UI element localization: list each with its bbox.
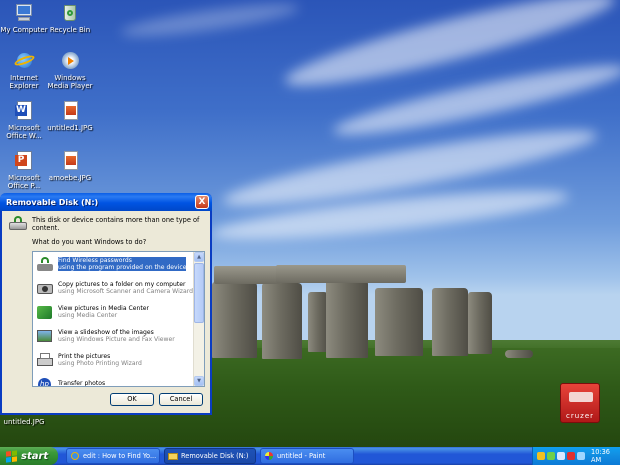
lintel-stone [214,266,282,284]
option-subtitle: using Windows Picture and Fax Viewer [58,336,175,343]
jpg-file-icon [59,150,81,172]
desktop-icon-label: untitled1.JPG [47,124,93,132]
option-subtitle: using Media Center [58,312,118,319]
tray-shield-icon[interactable] [537,452,545,460]
removable-disk-icon [8,216,28,232]
taskbar-button-label: edit : How to Find Yo... [83,452,157,460]
dialog-message: This disk or device contains more than o… [32,216,200,232]
action-option[interactable]: Print the pictures using Photo Printing W… [33,348,193,372]
tray-volume-icon[interactable] [577,452,585,460]
action-option[interactable]: Copy pictures to a folder on my computer… [33,276,193,300]
wireless-icon [36,256,54,272]
start-button[interactable]: start [0,447,58,465]
desktop-icon-windows-media-player[interactable]: Windows Media Player [46,50,94,90]
system-tray: 10:36 AM [532,447,620,465]
vertical-scrollbar[interactable]: ▲ ▼ [193,252,204,386]
windows-flag-icon [6,449,17,463]
taskbar-button-label: Removable Disk (N:) [181,452,249,460]
media-center-icon [36,304,54,320]
desktop-icon-label: Microsoft Office W... [6,124,42,140]
jpg-file-icon [59,100,81,122]
clock: 10:36 AM [591,448,611,464]
lintel-stone [276,265,406,283]
desktop-icon-label: Internet Explorer [9,74,39,90]
desktop-icon-label: amoebe.JPG [48,174,92,182]
action-option[interactable]: Find Wireless passwords using the program… [33,252,193,276]
option-subtitle: using Microsoft Scanner and Camera Wizar… [58,288,193,295]
close-button[interactable]: X [195,195,209,209]
option-subtitle: using the program provided on the device [58,264,187,271]
desktop-icon-word-document[interactable]: W Microsoft Office W... [0,100,48,140]
printer-icon [36,352,54,368]
ok-button[interactable]: OK [110,393,154,406]
standing-stone [468,292,492,354]
option-title: Find Wireless passwords [58,256,132,264]
standing-stone [212,282,257,358]
option-title: Print the pictures [58,352,111,360]
option-title: Copy pictures to a folder on my computer [58,280,186,288]
desktop-icon-untitled1-jpg[interactable]: untitled1.JPG [46,100,94,132]
desktop-icon-label: Windows Media Player [47,74,93,90]
desktop-icon-my-computer[interactable]: My Computer [0,2,48,34]
paint-icon [264,451,274,461]
cancel-button[interactable]: Cancel [159,393,203,406]
desktop-icon-internet-explorer[interactable]: Internet Explorer [0,50,48,90]
scroll-down-button[interactable]: ▼ [194,376,204,386]
option-title: Transfer photos [58,380,106,387]
dialog-title-bar[interactable]: Removable Disk (N:) X [0,193,212,211]
desktop-icon-label: untitled.JPG [3,418,45,426]
option-subtitle: using Photo Printing Wizard [58,360,142,367]
standing-stone [326,280,368,358]
my-computer-icon [13,2,35,24]
desktop-icon-label: My Computer [0,26,48,34]
word-document-icon: W [13,100,35,122]
taskbar: start edit : How to Find Yo... Removable… [0,447,620,465]
option-title: View pictures in Media Center [58,304,150,312]
standing-stone [375,288,423,356]
desktop-icon-label: Microsoft Office P... [7,174,41,190]
picture-viewer-icon [36,328,54,344]
recycle-bin-icon [59,2,81,24]
powerpoint-icon: P [13,150,35,172]
taskbar-button-paint[interactable]: untitled - Paint [260,448,354,464]
action-option[interactable]: View pictures in Media Center using Media… [33,300,193,324]
fallen-stone [505,350,533,358]
camera-icon [36,280,54,296]
option-title: View a slideshow of the images [58,328,154,336]
desktop-icon-label: Recycle Bin [49,26,91,34]
standing-stone [308,292,328,352]
dialog-title: Removable Disk (N:) [6,197,99,207]
scroll-thumb[interactable] [194,263,204,323]
tray-network-icon[interactable] [547,452,555,460]
cruzer-logo[interactable]: cruzer [560,383,600,423]
cruzer-label: cruzer [565,412,595,420]
scroll-up-button[interactable]: ▲ [194,252,204,262]
dialog-question: What do you want Windows to do? [32,238,147,246]
autoplay-dialog: Removable Disk (N:) X This disk or devic… [0,193,212,415]
desktop-icon-untitled-jpg[interactable]: untitled.JPG [0,418,48,426]
desktop-icon-recycle-bin[interactable]: Recycle Bin [46,2,94,34]
hp-icon: hp [36,376,54,386]
standing-stone [262,283,302,359]
taskbar-button-label: untitled - Paint [277,452,326,460]
start-label: start [21,450,49,462]
desktop-icon-amoebe-jpg[interactable]: amoebe.JPG [46,150,94,182]
internet-explorer-icon [13,50,36,72]
standing-stone [432,288,468,356]
action-list[interactable]: Find Wireless passwords using the program… [32,251,205,387]
desktop-icon-powerpoint[interactable]: P Microsoft Office P... [0,150,48,190]
windows-media-player-icon [59,50,81,72]
tray-antivirus-icon[interactable] [567,452,575,460]
action-option[interactable]: View a slideshow of the images using Wind… [33,324,193,348]
cloud [119,0,301,43]
internet-explorer-icon [70,451,80,461]
folder-icon [168,451,178,461]
action-option[interactable]: hp Transfer photos [33,372,193,387]
tray-usb-icon[interactable] [557,452,565,460]
usb-drive-icon [569,392,593,402]
taskbar-button-ie[interactable]: edit : How to Find Yo... [66,448,160,464]
taskbar-button-removable-disk[interactable]: Removable Disk (N:) [164,448,256,464]
